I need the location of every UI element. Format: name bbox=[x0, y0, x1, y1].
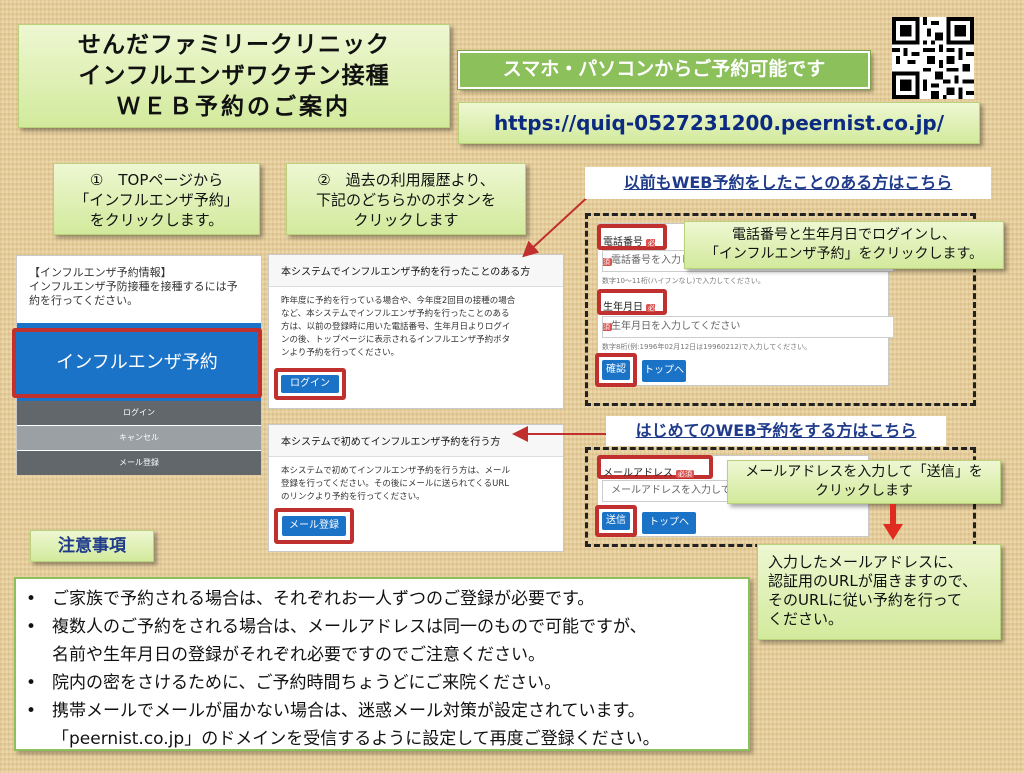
returning-user-label: 以前もWEB予約をしたことのある方はこちら bbox=[585, 167, 991, 199]
login-callout-line-2: 「インフルエンザ予約」をクリックします。 bbox=[704, 246, 984, 262]
first-time-label: はじめてのWEB予約をする方はこちら bbox=[606, 416, 946, 446]
mail-callout-line-1: メールアドレスを入力して「送信」を bbox=[745, 464, 983, 480]
phone-info-line-2: インフルエンザ予防接種を接種するには予 bbox=[29, 280, 238, 293]
note-item: 携帯メールでメールが届かない場合は、迷惑メール対策が設定されています。 bbox=[26, 697, 738, 725]
step1-line-3: をクリックします。 bbox=[89, 211, 224, 229]
birthdate-hint: 数字8桁(例:1996年02月12日は19960212)で入力してください。 bbox=[602, 343, 812, 351]
flu-reservation-button-label: インフルエンザ予約 bbox=[56, 352, 218, 373]
note-item-continued: 名前や生年月日の登録がそれぞれ必要ですのでご注意ください。 bbox=[52, 645, 545, 665]
top-button-login[interactable]: トップへ bbox=[642, 360, 686, 382]
booking-url[interactable]: https://quiq-0527231200.peernist.co.jp/ bbox=[458, 102, 980, 144]
login-callout: 電話番号と生年月日でログインし、 「インフルエンザ予約」をクリックします。 bbox=[684, 221, 1004, 269]
step2-line-1: ② 過去の利用履歴より、 bbox=[317, 171, 495, 189]
login-callout-line-1: 電話番号と生年月日でログインし、 bbox=[732, 227, 956, 243]
verification-line-4: ください。 bbox=[768, 610, 844, 628]
title-line-1: せんだファミリークリニック bbox=[78, 32, 390, 58]
phone-menu-login[interactable]: ログイン bbox=[17, 401, 261, 425]
login-button-label: ログイン bbox=[281, 375, 339, 393]
send-button-label: 送信 bbox=[602, 512, 630, 530]
step1-caption: ① TOPページから 「インフルエンザ予約」 をクリックします。 bbox=[53, 163, 260, 235]
note-item: ご家族で予約される場合は、それぞれお一人ずつのご登録が必要です。 bbox=[26, 585, 738, 613]
login-button[interactable]: ログイン bbox=[274, 368, 346, 400]
email-label-highlight: メールアドレス 必須 bbox=[597, 455, 713, 479]
birthdate-input[interactable]: 生年月日を入力してください bbox=[602, 316, 894, 338]
title-line-2: インフルエンザワクチン接種 bbox=[78, 63, 390, 89]
phone-label-highlight: 電話番号 必須 bbox=[597, 224, 667, 266]
qr-code-icon bbox=[892, 17, 974, 99]
verification-callout: 入力したメールアドレスに、 認証用のURLが届きますので、 そのURLに従い予約… bbox=[757, 544, 1001, 640]
email-required-badge: 必須 bbox=[676, 470, 694, 478]
phone-hint: 数字10～11桁(ハイフンなし)で入力してください。 bbox=[602, 277, 765, 285]
new-body-line-3: のリンクより予約を行ってください。 bbox=[281, 492, 425, 502]
phone-info-line-1: 【インフルエンザ予約情報】 bbox=[29, 266, 172, 279]
note-item: 院内の密をさけるために、ご予約時間ちょうどにご来院ください。 bbox=[26, 669, 738, 697]
birthdate-label-highlight: 生年月日 必須 bbox=[597, 289, 667, 331]
booking-url-text[interactable]: https://quiq-0527231200.peernist.co.jp/ bbox=[494, 111, 944, 135]
step2-line-3: クリックします bbox=[353, 211, 459, 229]
new-body-line-1: 本システムで初めてインフルエンザ予約を行う方は、メール bbox=[281, 466, 510, 476]
verification-line-1: 入力したメールアドレスに、 bbox=[768, 553, 963, 571]
step1-line-1: ① TOPページから bbox=[89, 171, 224, 189]
mail-callout-line-2: クリックします bbox=[815, 483, 913, 499]
phone-label: 電話番号 bbox=[603, 237, 643, 248]
flu-reservation-button[interactable]: インフルエンザ予約 bbox=[12, 328, 262, 398]
confirm-button-label: 確認 bbox=[602, 360, 630, 380]
confirm-button[interactable]: 確認 bbox=[595, 353, 637, 387]
note-item-continued: 「peernist.co.jp」のドメインを受信するように設定して再度ご登録くだ… bbox=[52, 729, 660, 749]
page-title: せんだファミリークリニック インフルエンザワクチン接種 ＷＥＢ予約のご案内 bbox=[18, 24, 450, 128]
note-item: 複数人のご予約をされる場合は、メールアドレスは同一のもので可能ですが、 bbox=[26, 613, 738, 641]
email-label: メールアドレス bbox=[603, 468, 673, 479]
step1-line-2: 「インフルエンザ予約」 bbox=[74, 191, 239, 209]
new-body-line-2: 登録を行ってください。その後にメールに送られてくるURL bbox=[281, 479, 510, 489]
phone-menu-cancel[interactable]: キャンセル bbox=[17, 426, 261, 450]
phone-menu-mail-register[interactable]: メール登録 bbox=[17, 451, 261, 475]
mail-register-button[interactable]: メール登録 bbox=[274, 508, 354, 544]
step2-caption: ② 過去の利用履歴より、 下記のどちらかのボタンを クリックします bbox=[286, 163, 526, 235]
top-button-mail[interactable]: トップへ bbox=[642, 512, 696, 534]
birthdate-label: 生年月日 bbox=[603, 302, 643, 313]
notes-title: 注意事項 bbox=[30, 530, 154, 562]
verification-line-3: そのURLに従い予約を行って bbox=[768, 591, 963, 609]
notes-box: ご家族で予約される場合は、それぞれお一人ずつのご登録が必要です。 複数人のご予約… bbox=[14, 577, 750, 751]
down-arrow-icon bbox=[883, 504, 903, 540]
phone-info-line-3: 約を行ってください。 bbox=[29, 294, 139, 307]
title-line-3: ＷＥＢ予約のご案内 bbox=[117, 94, 351, 120]
step2-line-2: 下記のどちらかのボタンを bbox=[315, 191, 496, 209]
availability-banner: スマホ・パソコンからご予約可能です bbox=[457, 50, 871, 90]
verification-line-2: 認証用のURLが届きますので、 bbox=[768, 572, 978, 590]
send-button[interactable]: 送信 bbox=[595, 505, 637, 537]
mail-register-button-label: メール登録 bbox=[282, 516, 346, 536]
mail-callout: メールアドレスを入力して「送信」を クリックします bbox=[727, 460, 1001, 504]
